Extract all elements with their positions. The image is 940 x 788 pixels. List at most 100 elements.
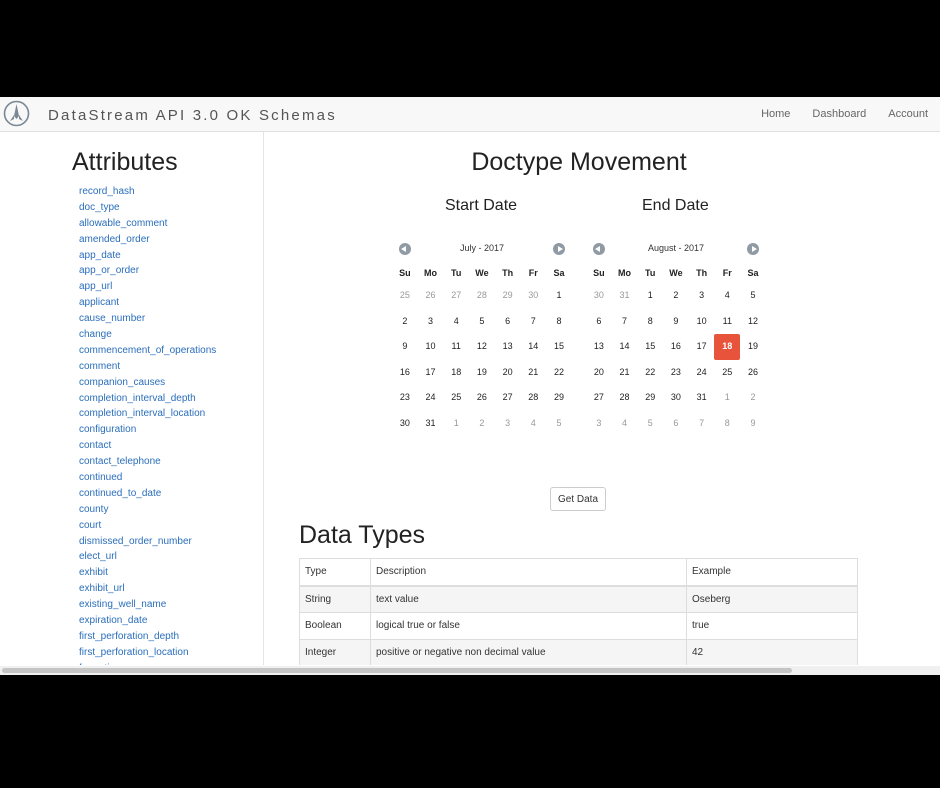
calendar-day[interactable]: 25	[714, 360, 740, 386]
calendar-day[interactable]: 18	[443, 360, 469, 386]
calendar-day[interactable]: 7	[689, 411, 715, 437]
calendar-day[interactable]: 27	[495, 385, 521, 411]
scrollbar-thumb[interactable]	[2, 668, 792, 673]
calendar-day[interactable]: 17	[689, 334, 715, 360]
attribute-link[interactable]: amended_order	[79, 232, 216, 248]
calendar-day[interactable]: 23	[392, 385, 418, 411]
calendar-day[interactable]: 15	[637, 334, 663, 360]
calendar-day[interactable]: 28	[520, 385, 546, 411]
attribute-link[interactable]: dismissed_order_number	[79, 534, 216, 550]
calendar-day[interactable]: 11	[443, 334, 469, 360]
nav-dashboard[interactable]: Dashboard	[812, 108, 866, 120]
rocket-logo-icon[interactable]	[3, 100, 30, 127]
attribute-link[interactable]: cause_number	[79, 311, 216, 327]
calendar-day[interactable]: 4	[612, 411, 638, 437]
calendar-day[interactable]: 6	[663, 411, 689, 437]
calendar-day[interactable]: 24	[418, 385, 444, 411]
horizontal-scrollbar[interactable]	[0, 666, 940, 675]
attribute-link[interactable]: companion_causes	[79, 375, 216, 391]
calendar-day[interactable]: 10	[418, 334, 444, 360]
calendar-day[interactable]: 4	[520, 411, 546, 437]
calendar-day[interactable]: 2	[469, 411, 495, 437]
calendar-day[interactable]: 31	[612, 283, 638, 309]
calendar-day[interactable]: 29	[637, 385, 663, 411]
calendar-day[interactable]: 30	[520, 283, 546, 309]
calendar-day[interactable]: 12	[740, 309, 766, 335]
calendar-day[interactable]: 4	[714, 283, 740, 309]
attribute-link[interactable]: first_perforation_depth	[79, 629, 216, 645]
calendar-day[interactable]: 3	[495, 411, 521, 437]
attribute-link[interactable]: allowable_comment	[79, 216, 216, 232]
calendar-day[interactable]: 4	[443, 309, 469, 335]
calendar-day[interactable]: 28	[469, 283, 495, 309]
calendar-day[interactable]: 22	[546, 360, 572, 386]
attribute-link[interactable]: completion_interval_depth	[79, 391, 216, 407]
nav-home[interactable]: Home	[761, 108, 790, 120]
calendar-day[interactable]: 7	[612, 309, 638, 335]
attribute-link[interactable]: completion_interval_location	[79, 406, 216, 422]
calendar-day[interactable]: 29	[546, 385, 572, 411]
calendar-day[interactable]: 28	[612, 385, 638, 411]
calendar-day[interactable]: 21	[612, 360, 638, 386]
calendar-day[interactable]: 3	[586, 411, 612, 437]
attribute-link[interactable]: commencement_of_operations	[79, 343, 216, 359]
calendar-day[interactable]: 8	[546, 309, 572, 335]
calendar-day[interactable]: 14	[520, 334, 546, 360]
calendar-day[interactable]: 21	[520, 360, 546, 386]
calendar-day[interactable]: 5	[546, 411, 572, 437]
calendar-day[interactable]: 30	[663, 385, 689, 411]
calendar-day[interactable]: 16	[392, 360, 418, 386]
attribute-link[interactable]: county	[79, 502, 216, 518]
calendar-day[interactable]: 1	[714, 385, 740, 411]
attribute-link[interactable]: app_or_order	[79, 263, 216, 279]
attribute-link[interactable]: continued	[79, 470, 216, 486]
calendar-day[interactable]: 8	[637, 309, 663, 335]
calendar-day[interactable]: 26	[740, 360, 766, 386]
calendar-day[interactable]: 5	[740, 283, 766, 309]
calendar-day[interactable]: 1	[546, 283, 572, 309]
calendar-day[interactable]: 13	[586, 334, 612, 360]
attribute-link[interactable]: contact	[79, 438, 216, 454]
calendar-day[interactable]: 27	[586, 385, 612, 411]
attribute-link[interactable]: app_url	[79, 279, 216, 295]
calendar-day[interactable]: 3	[689, 283, 715, 309]
calendar-day[interactable]: 9	[740, 411, 766, 437]
calendar-day[interactable]: 25	[392, 283, 418, 309]
calendar-day[interactable]: 17	[418, 360, 444, 386]
calendar-day[interactable]: 29	[495, 283, 521, 309]
calendar-day[interactable]: 6	[495, 309, 521, 335]
next-month-icon[interactable]	[553, 243, 565, 255]
calendar-day[interactable]: 9	[392, 334, 418, 360]
attribute-link[interactable]: app_date	[79, 248, 216, 264]
attribute-link[interactable]: elect_url	[79, 549, 216, 565]
calendar-day[interactable]: 14	[612, 334, 638, 360]
calendar-day[interactable]: 20	[495, 360, 521, 386]
calendar-day[interactable]: 7	[520, 309, 546, 335]
attribute-link[interactable]: applicant	[79, 295, 216, 311]
calendar-day[interactable]: 5	[469, 309, 495, 335]
calendar-day[interactable]: 18	[714, 334, 741, 360]
calendar-day[interactable]: 30	[586, 283, 612, 309]
calendar-day[interactable]: 26	[418, 283, 444, 309]
calendar-day[interactable]: 20	[586, 360, 612, 386]
attribute-link[interactable]: comment	[79, 359, 216, 375]
attribute-link[interactable]: first_perforation_location	[79, 645, 216, 661]
attribute-link[interactable]: existing_well_name	[79, 597, 216, 613]
calendar-day[interactable]: 19	[469, 360, 495, 386]
calendar-day[interactable]: 31	[689, 385, 715, 411]
get-data-button[interactable]: Get Data	[550, 487, 606, 511]
calendar-day[interactable]: 10	[689, 309, 715, 335]
calendar-day[interactable]: 8	[714, 411, 740, 437]
calendar-day[interactable]: 19	[740, 334, 766, 360]
calendar-day[interactable]: 25	[443, 385, 469, 411]
calendar-day[interactable]: 2	[392, 309, 418, 335]
calendar-day[interactable]: 3	[418, 309, 444, 335]
calendar-day[interactable]: 30	[392, 411, 418, 437]
attribute-link[interactable]: formation	[79, 661, 216, 665]
calendar-day[interactable]: 5	[637, 411, 663, 437]
calendar-day[interactable]: 11	[714, 309, 740, 335]
attribute-link[interactable]: doc_type	[79, 200, 216, 216]
calendar-day[interactable]: 1	[443, 411, 469, 437]
calendar-day[interactable]: 9	[663, 309, 689, 335]
attribute-link[interactable]: change	[79, 327, 216, 343]
